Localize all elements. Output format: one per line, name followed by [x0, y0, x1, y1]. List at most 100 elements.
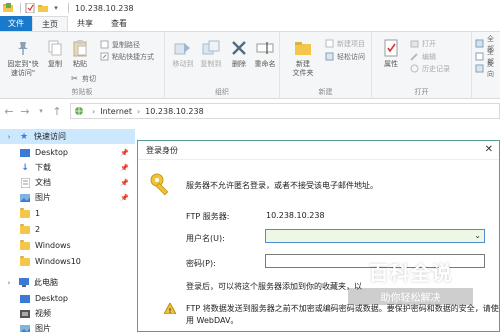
pin-icon: [13, 38, 33, 58]
new-folder-icon: [293, 38, 313, 58]
paste-shortcut-icon: [100, 52, 109, 61]
nav-quick-access-label: 快速访问: [34, 132, 66, 141]
nav-pc-desktop[interactable]: Desktop: [0, 291, 135, 306]
desktop-icon: [20, 148, 30, 158]
move-to-label: 移动到: [172, 60, 194, 68]
chevron-right-icon[interactable]: ›: [4, 278, 14, 288]
new-folder-icon[interactable]: [38, 3, 48, 13]
tab-share[interactable]: 共享: [68, 16, 102, 31]
organize-group: 移动到 复制到 删除 重命名 组织: [165, 32, 280, 99]
nav-item-documents[interactable]: 文档 📌: [0, 175, 135, 190]
ftp-server-label: FTP 服务器:: [186, 212, 230, 221]
cut-label: 剪切: [82, 74, 96, 83]
copy-icon: [45, 38, 65, 58]
delete-label: 删除: [232, 60, 246, 68]
paste-shortcut-button[interactable]: 粘贴快捷方式: [100, 51, 154, 62]
address-bar[interactable]: › Internet › 10.238.10.238: [70, 103, 500, 119]
paste-label: 粘贴: [73, 60, 87, 68]
app-folder-icon: [3, 3, 13, 13]
nav-this-pc[interactable]: › 此电脑: [0, 275, 135, 290]
new-folder-button[interactable]: 新建 文件夹: [286, 38, 320, 78]
nav-item-folder-2[interactable]: 2: [0, 222, 135, 237]
chevron-down-icon[interactable]: ⌄: [474, 231, 481, 240]
easy-access-button[interactable]: 轻松访问: [325, 51, 365, 62]
rename-button[interactable]: 重命名: [253, 38, 277, 69]
pin-quick-access-button[interactable]: 固定到"快 速访问": [2, 38, 44, 78]
copy-to-icon: [201, 38, 221, 58]
history-button[interactable]: 历史记录: [410, 63, 450, 74]
rename-icon: [255, 38, 275, 58]
paste-button[interactable]: 粘贴: [68, 38, 92, 69]
pin-icon[interactable]: 📌: [120, 164, 129, 172]
nav-quick-access[interactable]: › ★ 快速访问: [0, 129, 135, 144]
close-icon[interactable]: ✕: [485, 144, 493, 155]
folder-icon: [20, 255, 30, 267]
navigation-pane: › ★ 快速访问 Desktop 📌 ↓ 下载 📌 文档 📌 图片 📌 1 2 …: [0, 124, 135, 332]
nav-item-windows[interactable]: Windows: [0, 238, 135, 253]
new-item-button[interactable]: 新建项目: [325, 38, 365, 49]
nav-item-pictures[interactable]: 图片 📌: [0, 190, 135, 205]
pictures-icon: [20, 193, 30, 203]
properties-label: 属性: [384, 60, 398, 68]
cut-button[interactable]: ✂ 剪切: [70, 73, 96, 84]
folder-icon: [20, 239, 30, 251]
nav-item-desktop[interactable]: Desktop 📌: [0, 145, 135, 160]
copy-path-button[interactable]: 复制路径: [100, 39, 140, 50]
nav-item-downloads[interactable]: ↓ 下载 📌: [0, 160, 135, 175]
back-arrow-icon[interactable]: ←: [2, 104, 16, 118]
pin-icon[interactable]: 📌: [120, 149, 129, 157]
recent-dropdown-icon[interactable]: ▾: [34, 104, 48, 118]
edit-button[interactable]: 编辑: [410, 51, 436, 62]
nav-item-label: Windows10: [35, 257, 81, 266]
breadcrumb-separator: ›: [92, 106, 96, 116]
open-group: 属性 打开 编辑 历史记录 打开: [372, 32, 472, 99]
pin-icon[interactable]: 📌: [120, 179, 129, 187]
copy-path-icon: [100, 40, 109, 49]
ftp-server-value: 10.238.10.238: [266, 211, 325, 220]
properties-icon[interactable]: [25, 3, 35, 13]
new-group-label: 新建: [318, 88, 333, 96]
tab-view[interactable]: 查看: [102, 16, 136, 31]
clipboard-group: 固定到"快 速访问" 复制 粘贴 复制路径 粘贴快捷方式 ✂ 剪切 剪贴板: [0, 32, 165, 99]
copy-to-button[interactable]: 复制到: [198, 38, 224, 69]
scissors-icon: ✂: [71, 74, 78, 83]
chevron-down-icon[interactable]: ›: [4, 132, 14, 142]
paste-shortcut-label: 粘贴快捷方式: [112, 52, 154, 61]
up-arrow-icon[interactable]: ↑: [50, 104, 64, 118]
clipboard-group-label: 剪贴板: [71, 88, 93, 96]
breadcrumb-server[interactable]: 10.238.10.238: [145, 107, 204, 116]
nav-pc-pictures[interactable]: 图片: [0, 321, 135, 332]
new-group: 新建 文件夹 新建项目 轻松访问 新建: [280, 32, 372, 99]
properties-button[interactable]: 属性: [380, 38, 402, 69]
nav-item-folder-1[interactable]: 1: [0, 206, 135, 221]
move-to-button[interactable]: 移动到: [170, 38, 196, 69]
nav-item-label: Desktop: [35, 294, 68, 303]
nav-item-label: 图片: [35, 193, 51, 202]
history-icon: [410, 64, 419, 73]
separator: [68, 3, 69, 13]
separator: [20, 3, 21, 13]
download-arrow-icon: ↓: [21, 162, 29, 173]
invert-selection-button[interactable]: 反向: [475, 60, 500, 78]
delete-button[interactable]: 删除: [228, 38, 250, 69]
open-group-label: 打开: [414, 88, 429, 96]
nav-item-windows10[interactable]: Windows10: [0, 254, 135, 269]
nav-pc-videos[interactable]: 视频: [0, 306, 135, 321]
tab-file[interactable]: 文件: [0, 16, 32, 31]
tab-home[interactable]: 主页: [32, 16, 68, 31]
folder-icon: [20, 207, 30, 219]
security-warning-line-2: 用 WebDAV。: [186, 316, 239, 325]
breadcrumb-internet[interactable]: Internet: [100, 107, 132, 116]
username-combo-input[interactable]: ⌄: [265, 229, 485, 243]
open-button[interactable]: 打开: [410, 38, 436, 49]
forward-arrow-icon[interactable]: →: [18, 104, 32, 118]
add-to-favorites-note: 登录后，可以将这个服务器添加到你的收藏夹，以: [186, 282, 362, 291]
copy-button[interactable]: 复制: [44, 38, 66, 69]
pin-icon[interactable]: 📌: [120, 194, 129, 202]
nav-item-label: 图片: [35, 324, 51, 332]
nav-this-pc-label: 此电脑: [34, 278, 58, 287]
qa-dropdown-icon[interactable]: ▾: [51, 3, 61, 13]
dialog-message: 服务器不允许匿名登录，或者不接受该电子邮件地址。: [186, 181, 378, 190]
invert-selection-label: 反向: [487, 59, 494, 78]
invert-selection-icon: [475, 64, 484, 73]
